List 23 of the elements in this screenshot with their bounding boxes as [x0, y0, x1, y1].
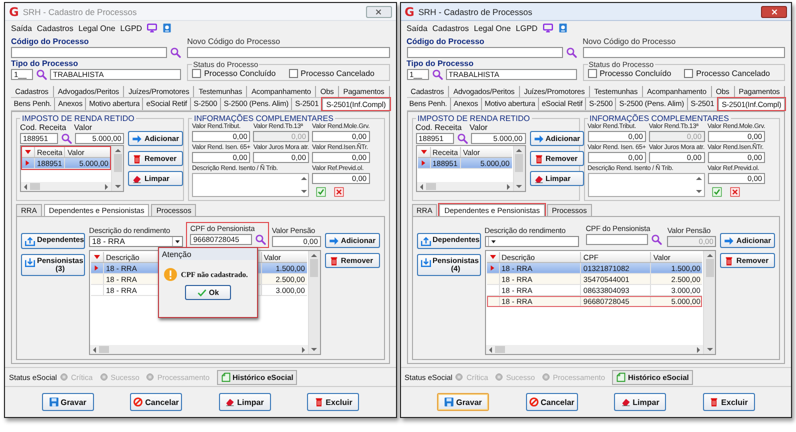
- window-title: SRH - Cadastro de Processos: [418, 6, 534, 16]
- group-title: IMPOSTO DE RENDA RETIDO: [21, 114, 136, 123]
- dialog-title: Atenção: [158, 248, 257, 260]
- group-title: INFORMAÇÕES COMPLEMENTARES: [193, 114, 334, 123]
- field-label: Cod. Receita: [20, 123, 68, 132]
- checkbox-label: Processo Cancelado: [696, 69, 770, 78]
- field-label: Cod. Receita: [416, 123, 463, 132]
- window-title: SRH - Cadastro de Processos: [22, 6, 138, 16]
- field-label: Novo Código do Processo: [582, 37, 677, 46]
- group-title: INFORMAÇÕES COMPLEMENTARES: [588, 114, 730, 123]
- field-label: Valor: [470, 123, 488, 132]
- app-logo: G: [404, 4, 414, 18]
- field-label: Código do Processo: [406, 37, 486, 46]
- field-label: Valor: [74, 123, 92, 132]
- group-title: IMPOSTO DE RENDA RETIDO: [416, 114, 531, 123]
- checkbox-label: Processo Concluído: [204, 69, 276, 78]
- checkbox-label: Processo Concluído: [600, 69, 672, 78]
- app-logo: G: [9, 4, 19, 18]
- field-label: Código do Processo: [11, 37, 90, 46]
- field-label: Tipo do Processo: [406, 59, 474, 68]
- field-label: Novo Código do Processo: [187, 37, 282, 46]
- field-label: Tipo do Processo: [11, 59, 79, 68]
- checkbox-label: Processo Cancelado: [300, 69, 374, 78]
